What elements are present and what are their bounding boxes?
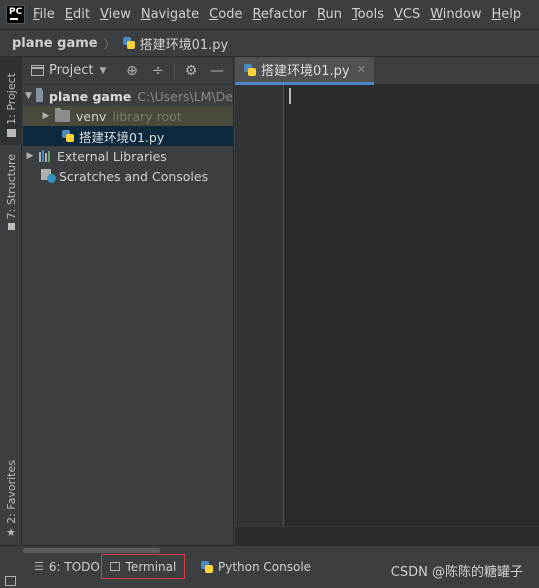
tab-project-label: 1: Project: [4, 73, 18, 125]
breadcrumb-file[interactable]: 搭建环境01.py: [122, 34, 229, 53]
text-caret: [289, 88, 291, 104]
menu-navigate[interactable]: Navigate: [141, 7, 199, 22]
python-file-icon: [243, 63, 257, 77]
menu-vcs[interactable]: VCS: [394, 7, 420, 22]
tree-root-label: plane game: [49, 88, 132, 104]
locate-file-icon[interactable]: ⊕: [122, 61, 142, 81]
project-window-icon: [31, 65, 44, 76]
menu-view[interactable]: View: [100, 7, 131, 22]
menu-edit[interactable]: Edit: [65, 7, 90, 22]
project-view-selector[interactable]: Project: [49, 63, 93, 78]
python-file-icon: [122, 36, 136, 50]
tab-terminal-label: Terminal: [125, 559, 177, 574]
gear-icon[interactable]: ⚙: [181, 61, 201, 81]
tab-favorites[interactable]: 2: Favorites ★: [0, 457, 22, 542]
structure-icon: [7, 223, 15, 231]
menu-help[interactable]: Help: [492, 7, 522, 22]
folder-icon: [35, 88, 44, 102]
left-tool-strip: 1: Project 7: Structure 2: Favorites ★: [0, 57, 22, 545]
pycharm-logo-icon: PC: [6, 5, 25, 24]
menu-file[interactable]: File: [33, 7, 55, 22]
tree-item-scratches[interactable]: Scratches and Consoles: [23, 166, 233, 186]
list-icon: ☰: [34, 560, 44, 573]
tree-external-label: External Libraries: [57, 148, 167, 164]
python-console-icon: [200, 560, 214, 574]
collapse-arrow-icon[interactable]: ▶: [41, 111, 51, 121]
tree-item-root[interactable]: ▼ plane game C:\Users\LM\De: [23, 86, 233, 106]
tab-terminal[interactable]: Terminal: [101, 554, 185, 579]
folder-icon: [55, 108, 70, 122]
collapse-arrow-icon[interactable]: ▶: [25, 151, 35, 161]
menu-bar: PC File Edit View Navigate Code Refactor…: [0, 0, 539, 29]
tree-item-file[interactable]: 搭建环境01.py: [23, 126, 233, 146]
breadcrumb: plane game 〉 搭建环境01.py: [0, 29, 539, 57]
tab-structure-label: 7: Structure: [4, 153, 18, 220]
project-panel: Project ▼ ⊕ ÷ ⚙ — ▼ plane game C:\Users\…: [23, 57, 234, 545]
project-folder-icon: [6, 128, 16, 137]
panel-scrollbar[interactable]: [23, 548, 160, 553]
menu-refactor[interactable]: Refactor: [252, 7, 307, 22]
project-panel-header: Project ▼ ⊕ ÷ ⚙ —: [23, 57, 233, 85]
tool-windows-quick-access-icon[interactable]: [5, 576, 16, 586]
editor-tab-label: 搭建环境01.py: [261, 64, 350, 79]
editor-gutter: [235, 85, 284, 526]
breadcrumb-project[interactable]: plane game: [12, 36, 98, 51]
menu-window[interactable]: Window: [430, 7, 481, 22]
tree-item-venv[interactable]: ▶ venv library root: [23, 106, 233, 126]
tree-file-label: 搭建环境01.py: [79, 129, 165, 145]
project-tree: ▼ plane game C:\Users\LM\De ▶ venv libra…: [23, 85, 233, 186]
scratches-icon: [41, 169, 56, 183]
hide-panel-icon[interactable]: —: [207, 61, 227, 81]
terminal-icon: [109, 562, 120, 571]
code-editor[interactable]: [235, 85, 539, 526]
tab-todo[interactable]: ☰ 6: TODO: [34, 554, 100, 579]
tab-todo-label: 6: TODO: [48, 559, 100, 574]
watermark: CSDN @陈陈的糖罐子: [390, 565, 523, 580]
tree-item-external-libraries[interactable]: ▶ External Libraries: [23, 146, 233, 166]
editor-horizontal-scrollbar[interactable]: [235, 526, 539, 545]
tree-venv-label: venv: [76, 108, 107, 124]
menu-tools[interactable]: Tools: [352, 7, 384, 22]
library-icon: [39, 150, 52, 162]
menu-code[interactable]: Code: [209, 7, 242, 22]
menu-run[interactable]: Run: [317, 7, 342, 22]
tab-editor-file[interactable]: 搭建环境01.py ✕: [235, 57, 374, 85]
tab-python-console-label: Python Console: [218, 559, 312, 574]
tab-project[interactable]: 1: Project: [0, 57, 22, 145]
close-icon[interactable]: ✕: [357, 63, 366, 76]
bottom-tool-bar: ☰ 6: TODO Terminal Python Console CSDN @…: [0, 545, 539, 588]
tree-venv-note: library root: [112, 108, 182, 124]
star-icon: ★: [6, 525, 16, 539]
collapse-all-icon[interactable]: ÷: [148, 61, 168, 81]
tab-favorites-label: 2: Favorites: [4, 460, 18, 524]
tab-structure[interactable]: 7: Structure: [0, 152, 22, 232]
python-file-icon: [61, 129, 75, 143]
toolbar-divider: [174, 63, 175, 79]
editor-tab-bar: 搭建环境01.py ✕: [235, 57, 539, 85]
dropdown-caret-icon[interactable]: ▼: [99, 66, 106, 76]
tree-root-path: C:\Users\LM\De: [137, 88, 233, 104]
tab-python-console[interactable]: Python Console: [200, 554, 311, 579]
breadcrumb-file-label: 搭建环境01.py: [139, 37, 229, 53]
expand-arrow-icon[interactable]: ▼: [25, 91, 32, 101]
tree-scratches-label: Scratches and Consoles: [59, 168, 209, 184]
breadcrumb-separator: 〉: [103, 36, 116, 51]
